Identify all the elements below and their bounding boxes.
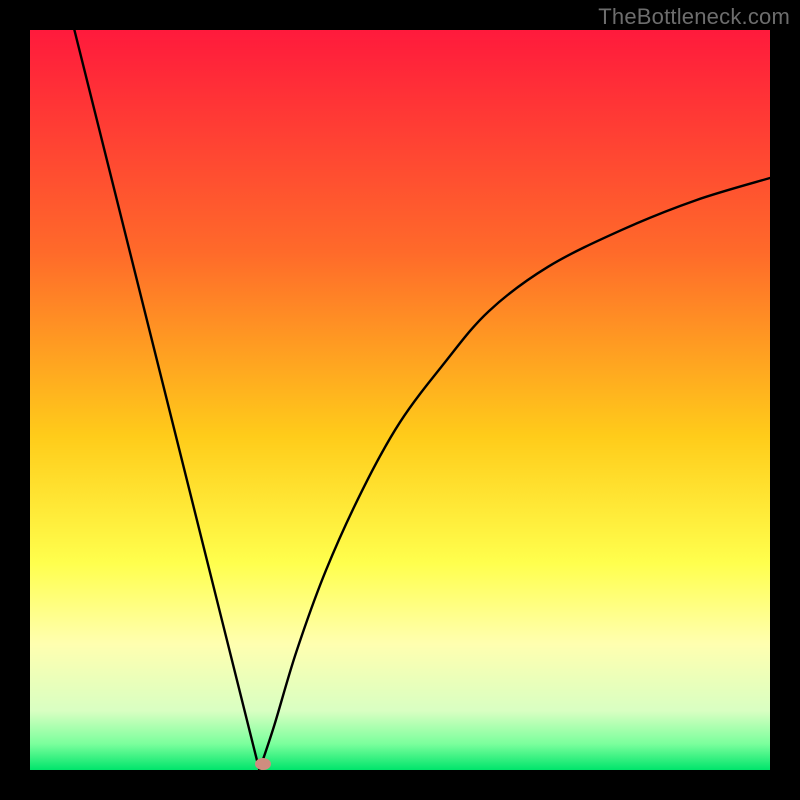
bottleneck-curve bbox=[30, 30, 770, 770]
watermark-text: TheBottleneck.com bbox=[598, 4, 790, 30]
optimal-point-marker bbox=[255, 758, 271, 770]
plot-area bbox=[30, 30, 770, 770]
chart-frame: TheBottleneck.com bbox=[0, 0, 800, 800]
